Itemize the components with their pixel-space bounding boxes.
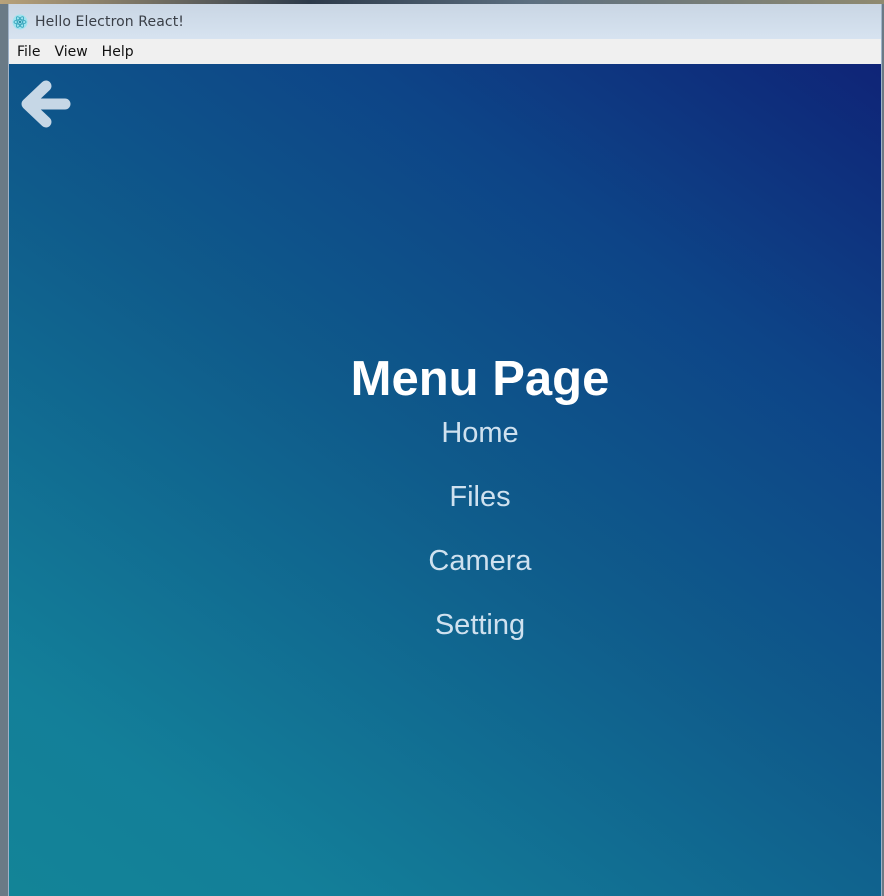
menu-container: Menu Page Home Files Camera Setting	[9, 348, 881, 672]
menu-bar: File View Help	[9, 39, 881, 64]
nav-link-files[interactable]: Files	[79, 480, 881, 514]
window-title: Hello Electron React!	[35, 13, 184, 30]
nav-link-home[interactable]: Home	[79, 416, 881, 450]
title-bar[interactable]: Hello Electron React!	[9, 4, 881, 39]
nav-list: Home Files Camera Setting	[79, 416, 881, 642]
back-button[interactable]	[19, 78, 75, 134]
page-content: Menu Page Home Files Camera Setting	[9, 64, 881, 896]
nav-link-setting[interactable]: Setting	[79, 608, 881, 642]
electron-icon	[12, 14, 28, 30]
arrow-left-icon	[21, 80, 71, 128]
menu-help[interactable]: Help	[96, 42, 140, 62]
app-window: Hello Electron React! File View Help Men…	[8, 4, 882, 896]
page-title: Menu Page	[350, 352, 610, 406]
menu-view[interactable]: View	[48, 42, 93, 62]
menu-file[interactable]: File	[11, 42, 46, 62]
nav-link-camera[interactable]: Camera	[79, 544, 881, 578]
